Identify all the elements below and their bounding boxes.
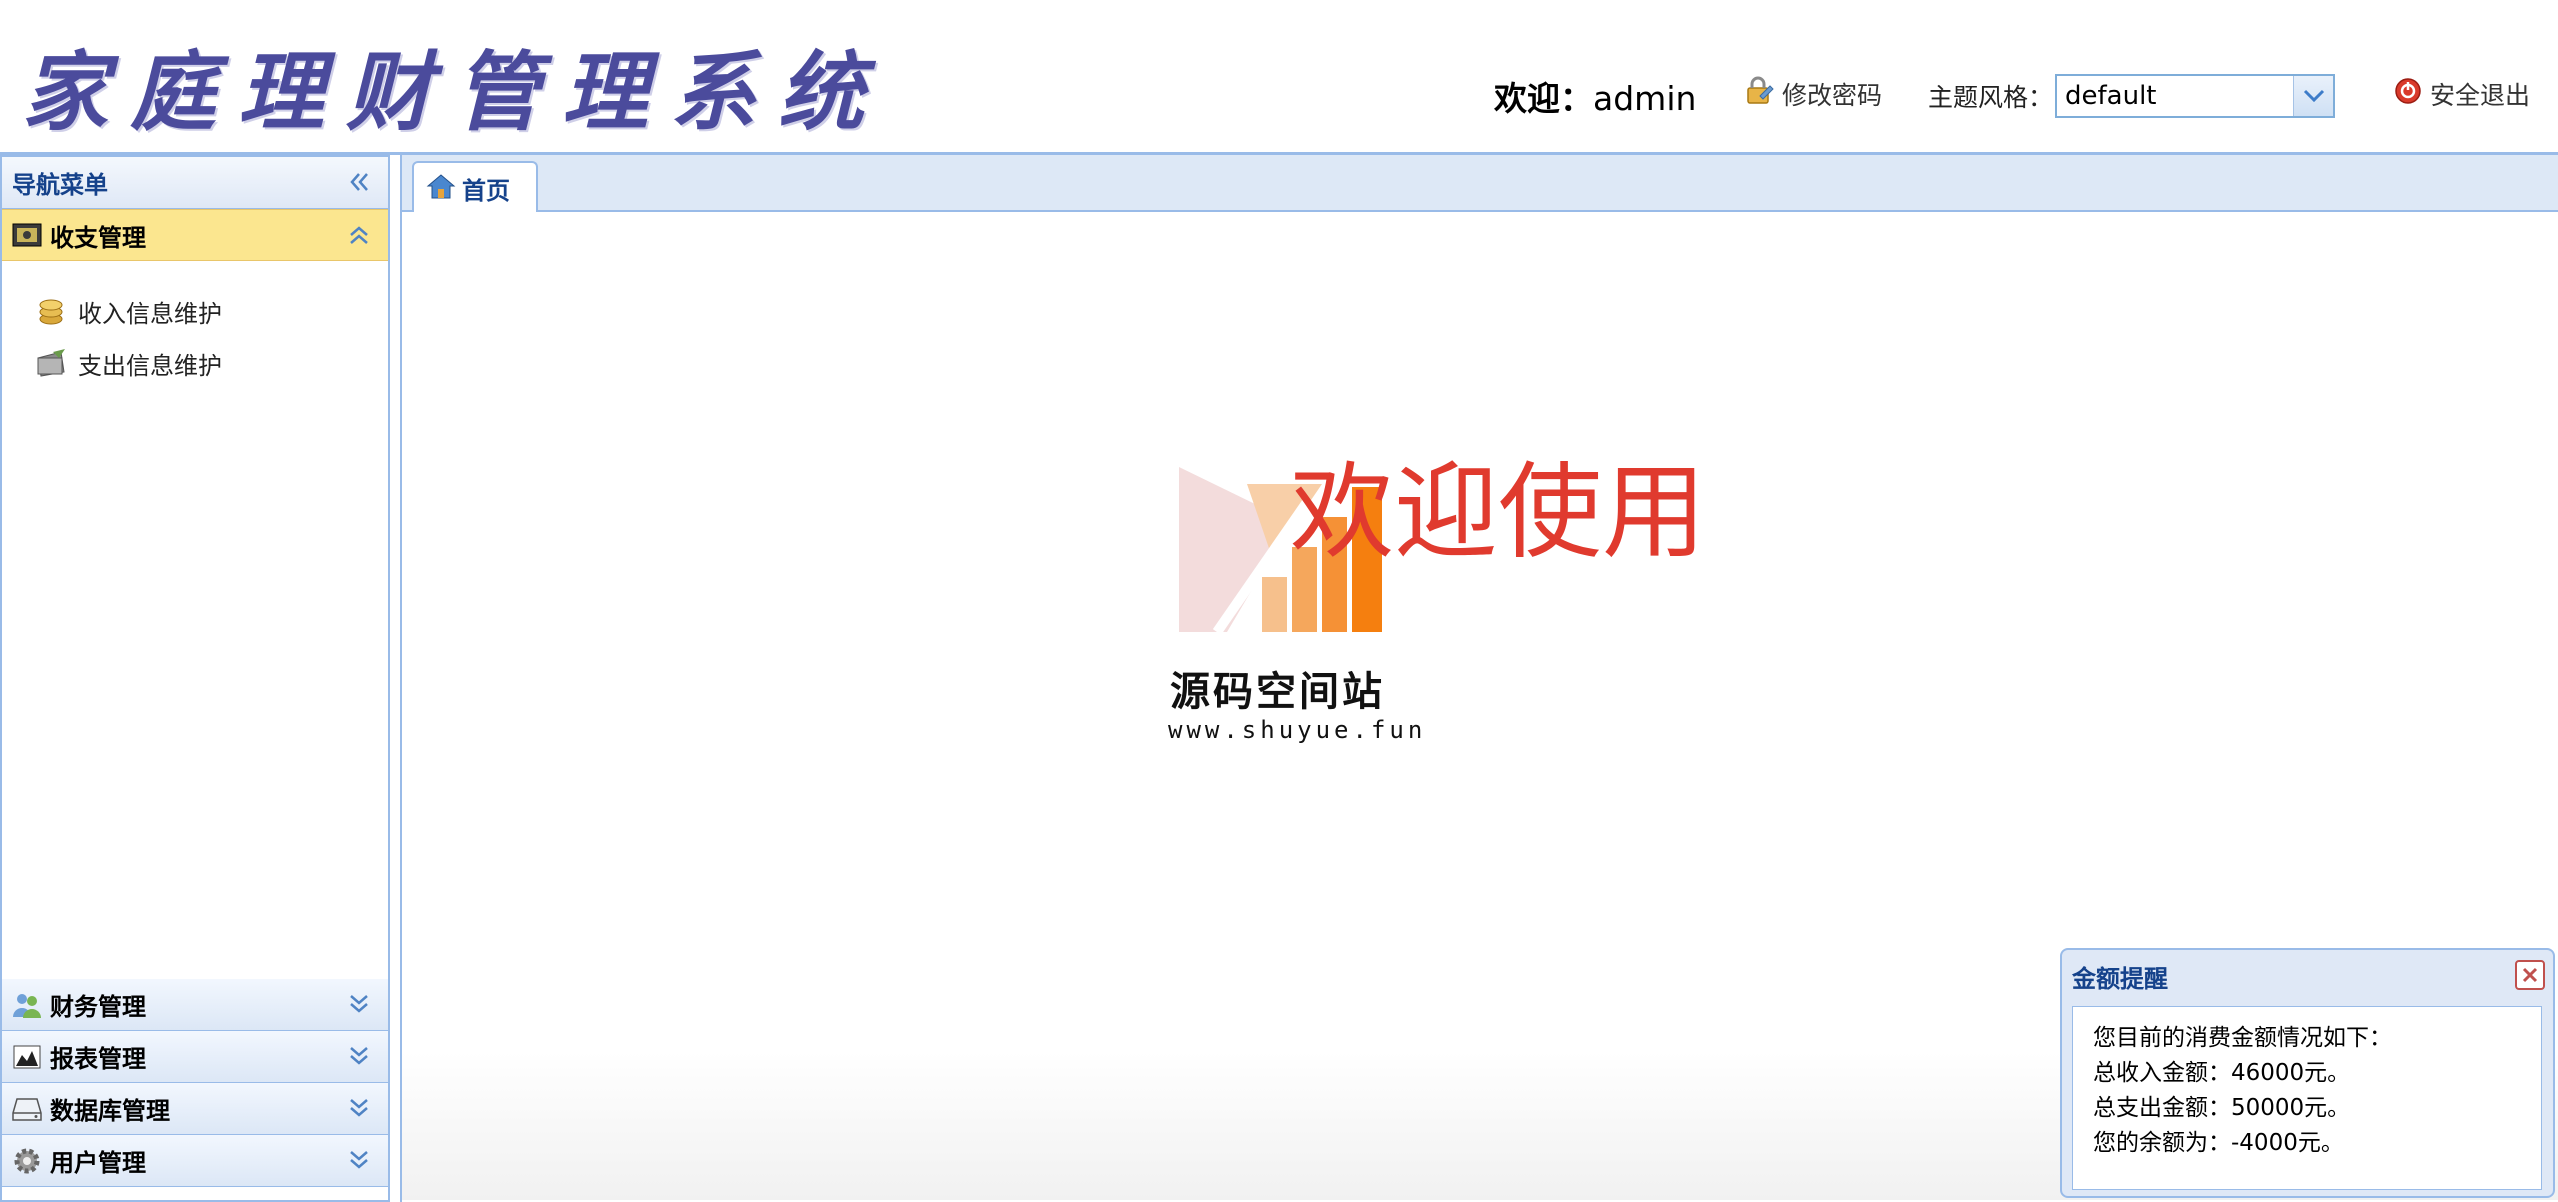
tab-bar: 首页 — [402, 155, 2558, 214]
amount-reminder-window: 金额提醒 您目前的消费金额情况如下： 总收入金额：46000元。 总支出金额：5… — [2060, 948, 2555, 1198]
gear-icon — [10, 1144, 44, 1178]
section-report[interactable]: 报表管理 — [2, 1031, 388, 1083]
chevron-up-icon[interactable] — [346, 222, 372, 254]
chevron-down-icon[interactable] — [346, 1147, 372, 1179]
notice-title: 金额提醒 — [2072, 964, 2168, 993]
section-label: 用户管理 — [50, 1149, 146, 1177]
chevron-down-icon[interactable] — [346, 991, 372, 1023]
users-icon — [10, 988, 44, 1022]
wallet-icon — [34, 346, 68, 380]
home-icon — [426, 172, 456, 206]
notice-line: 总支出金额：50000元。 — [2093, 1095, 2351, 1121]
username: admin — [1593, 79, 1697, 118]
notice-title-bar: 金额提醒 — [2062, 950, 2553, 1002]
section-label: 报表管理 — [50, 1045, 146, 1073]
chevron-down-icon[interactable] — [2293, 76, 2333, 116]
change-password-link[interactable]: 修改密码 — [1744, 76, 1882, 112]
welcome-label: 欢迎： — [1494, 79, 1593, 118]
brand-url: www.shuyue.fun — [1168, 716, 1427, 744]
section-database[interactable]: 数据库管理 — [2, 1083, 388, 1135]
drive-icon — [10, 1092, 44, 1126]
tab-label: 首页 — [462, 177, 510, 205]
collapse-left-icon[interactable] — [346, 169, 372, 201]
section-finance[interactable]: 财务管理 — [2, 979, 388, 1031]
coins-icon — [34, 294, 68, 328]
close-icon[interactable] — [2515, 960, 2545, 990]
theme-label: 主题风格： — [1928, 83, 2054, 112]
menu-item-label: 收入信息维护 — [78, 299, 222, 328]
menu-item-expense[interactable]: 支出信息维护 — [2, 337, 388, 389]
logout-link[interactable]: 安全退出 — [2394, 76, 2530, 112]
nav-panel-title-text: 导航菜单 — [12, 171, 108, 199]
notice-body: 您目前的消费金额情况如下： 总收入金额：46000元。 总支出金额：50000元… — [2072, 1006, 2542, 1190]
lock-icon — [1744, 76, 1774, 112]
section-user[interactable]: 用户管理 — [2, 1135, 388, 1187]
notice-line: 总收入金额：46000元。 — [2093, 1060, 2351, 1086]
menu-item-income[interactable]: 收入信息维护 — [2, 285, 388, 337]
tab-home[interactable]: 首页 — [412, 161, 538, 214]
section-income-expense[interactable]: 收支管理 — [2, 209, 388, 261]
power-icon — [2394, 77, 2422, 111]
logout-label: 安全退出 — [2430, 81, 2531, 110]
notice-line: 您的余额为：-4000元。 — [2093, 1130, 2344, 1156]
header: 家庭理财管理系统 欢迎：admin 修改密码 主题风格： default 安全退… — [0, 0, 2558, 155]
brand-name: 源码空间站 — [1170, 669, 1385, 715]
theme-select[interactable]: default — [2055, 74, 2335, 118]
welcome-heading: 欢迎使用 — [1290, 451, 1707, 573]
section-label: 财务管理 — [50, 993, 146, 1021]
chevron-down-icon[interactable] — [346, 1095, 372, 1127]
nav-panel-title: 导航菜单 — [2, 157, 388, 209]
navigation-panel: 导航菜单 收支管理 收入信息维护 支出信息维护 财务管理 报表管理 数据库管理 … — [0, 155, 390, 1202]
app-title: 家庭理财管理系统 — [22, 42, 886, 143]
theme-select-value: default — [2065, 81, 2157, 111]
welcome-user: 欢迎：admin — [1494, 72, 1696, 120]
section-body: 收入信息维护 支出信息维护 — [2, 261, 388, 979]
change-password-label: 修改密码 — [1782, 81, 1883, 110]
money-icon — [10, 218, 44, 252]
chevron-down-icon[interactable] — [346, 1043, 372, 1075]
section-label: 数据库管理 — [50, 1097, 170, 1125]
notice-line: 您目前的消费金额情况如下： — [2093, 1025, 2392, 1051]
menu-item-label: 支出信息维护 — [78, 351, 222, 380]
section-label: 收支管理 — [50, 223, 146, 252]
chart-icon — [10, 1040, 44, 1074]
